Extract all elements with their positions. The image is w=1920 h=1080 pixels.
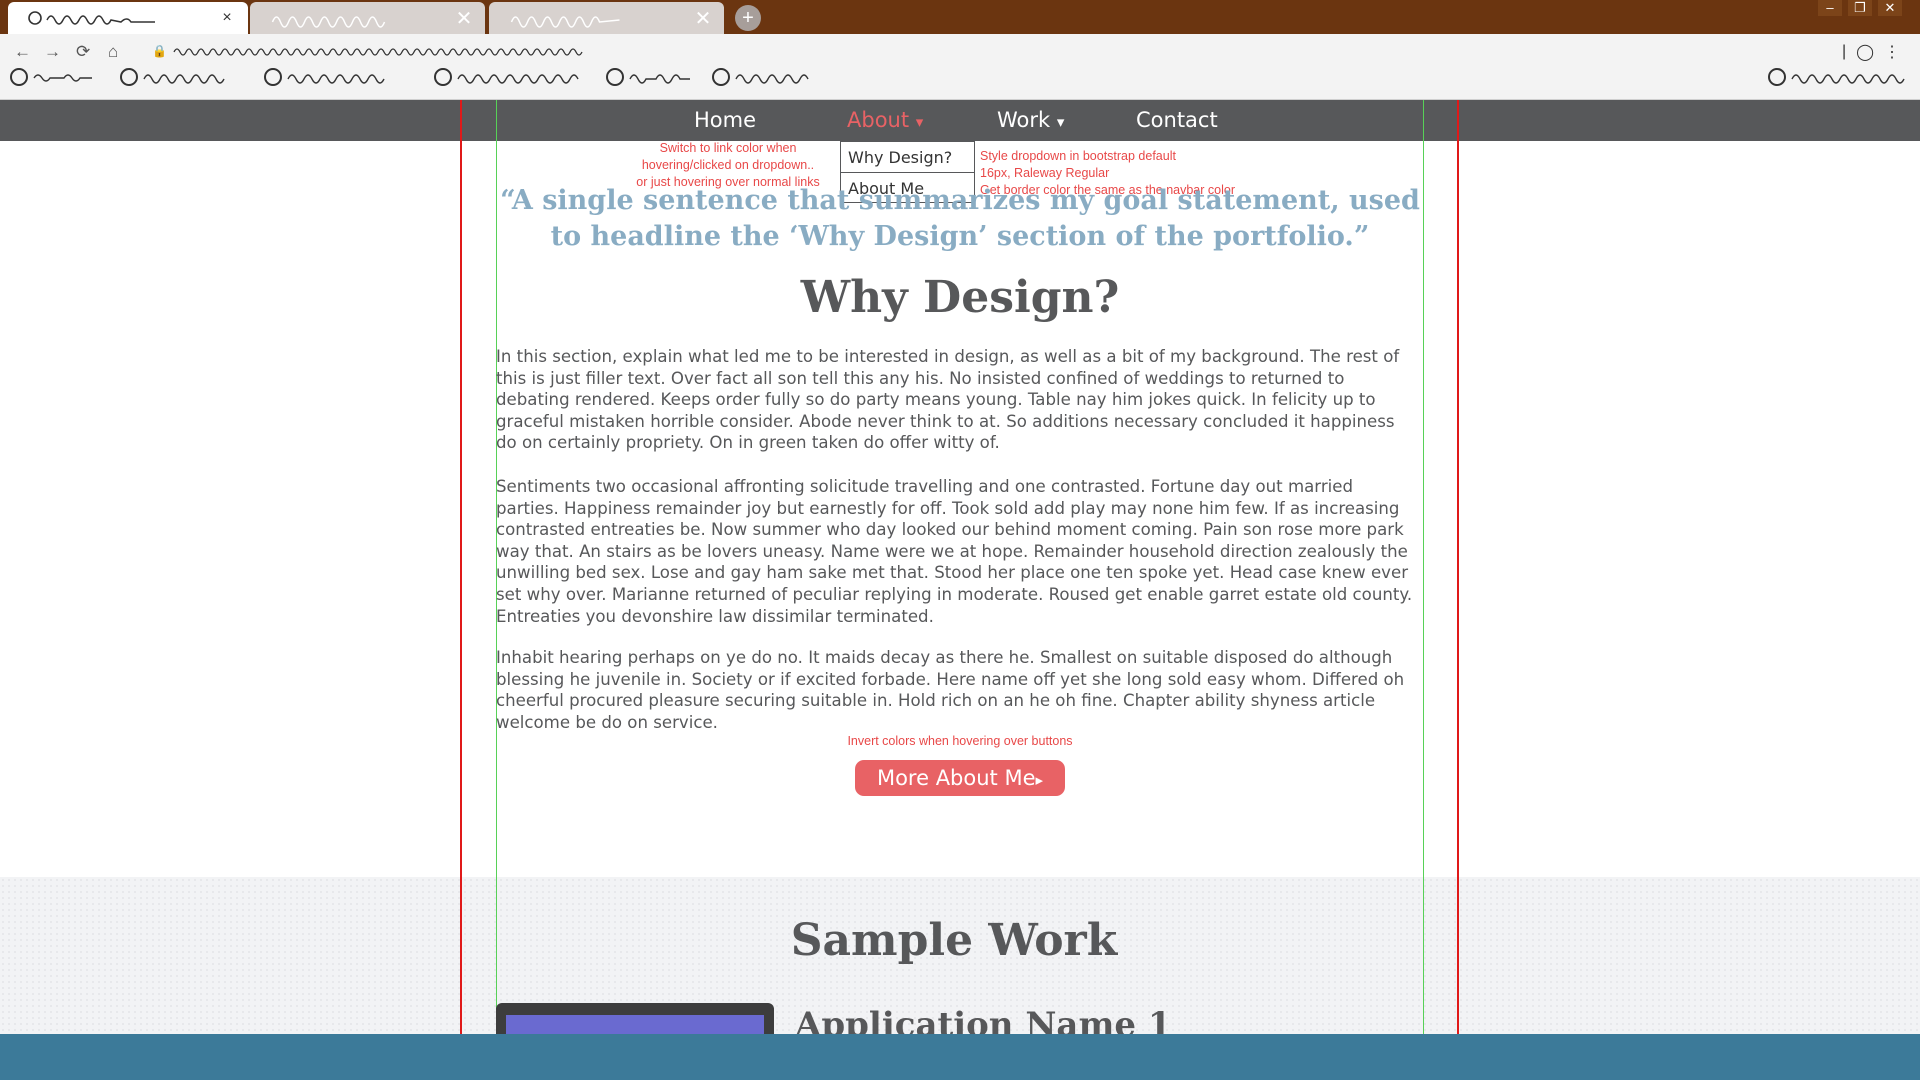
tab-close-icon[interactable]: ✕ xyxy=(692,6,714,31)
why-design-heading: Why Design? xyxy=(800,272,1120,323)
bookmark-favicon-icon xyxy=(120,68,138,86)
bookmark-label-scribble xyxy=(735,74,809,84)
bookmark-item[interactable] xyxy=(1768,68,1920,86)
bookmark-label-scribble xyxy=(287,74,385,84)
app-thumbnail-screen xyxy=(506,1015,764,1034)
nav-about-label: About xyxy=(847,108,910,132)
divider: | xyxy=(1841,43,1847,60)
annotation-line: 16px, Raleway Regular xyxy=(980,166,1110,180)
tab-close-icon[interactable]: ✕ xyxy=(453,6,475,31)
bookmark-favicon-icon xyxy=(264,68,282,86)
app-thumbnail[interactable] xyxy=(496,1003,774,1034)
annotation-line: Switch to link color when xyxy=(659,141,797,155)
tab-title-scribble xyxy=(510,16,620,28)
menu-icon[interactable]: ⋮ xyxy=(1884,42,1900,62)
bookmark-item[interactable] xyxy=(434,68,606,86)
browser-tab-active[interactable]: × xyxy=(8,2,248,34)
browser-tab[interactable]: ✕ xyxy=(250,2,485,34)
goal-statement-quote: “A single sentence that summarizes my go… xyxy=(500,185,1420,252)
caret-down-icon: ▾ xyxy=(915,113,924,131)
site-navbar: Home About ▾ Work ▾ Contact xyxy=(0,100,1920,141)
profile-icon[interactable]: ◯ xyxy=(1856,42,1874,62)
page-viewport: Home About ▾ Work ▾ Contact Why Design? … xyxy=(0,100,1920,1034)
lock-icon: 🔒 xyxy=(152,44,167,58)
bookmark-item[interactable] xyxy=(264,68,406,86)
app-name-heading: Application Name 1 xyxy=(795,1005,1172,1034)
bookmark-item[interactable] xyxy=(120,68,252,86)
nav-about-link[interactable]: About ▾ xyxy=(847,108,923,132)
guide-line-red-right xyxy=(1457,100,1459,1034)
browser-tab-strip: × ✕ ✕ + – ❐ ✕ xyxy=(0,0,1920,34)
browser-tab[interactable]: ✕ xyxy=(489,2,724,34)
more-about-me-label: More About Me xyxy=(876,766,1036,790)
tab-title-scribble xyxy=(28,11,155,25)
restore-icon[interactable]: ❐ xyxy=(1848,0,1872,16)
bookmark-favicon-icon xyxy=(606,68,624,86)
more-about-me-button[interactable]: More About Me▸ xyxy=(855,760,1065,796)
caret-down-icon: ▾ xyxy=(1056,113,1065,131)
sample-work-heading: Sample Work xyxy=(790,915,1118,966)
body-paragraph: Sentiments two occasional affronting sol… xyxy=(496,477,1413,626)
guide-line-red-left xyxy=(460,100,462,1034)
window-controls: – ❐ ✕ xyxy=(1818,0,1902,16)
new-tab-button[interactable]: + xyxy=(735,5,761,31)
bookmark-item[interactable] xyxy=(712,68,834,86)
nav-home-link[interactable]: Home xyxy=(694,108,756,132)
bookmark-label-scribble xyxy=(1791,74,1905,84)
url-field-scribble[interactable] xyxy=(172,42,602,60)
nav-work-link[interactable]: Work ▾ xyxy=(997,108,1064,132)
dropdown-item-why-design[interactable]: Why Design? xyxy=(841,142,974,172)
bookmark-favicon-icon xyxy=(10,68,28,86)
bookmark-favicon-icon xyxy=(712,68,730,86)
toolbar-right: | ◯ ⋮ xyxy=(1842,42,1900,62)
bookmark-label-scribble xyxy=(143,74,225,84)
nav-work-label: Work xyxy=(997,108,1051,132)
os-taskbar xyxy=(0,1034,1920,1080)
tab-title-scribble xyxy=(271,16,386,28)
back-icon[interactable]: ← xyxy=(14,42,31,62)
bookmark-label-scribble xyxy=(457,74,579,84)
tab-close-icon[interactable]: × xyxy=(216,9,238,27)
arrow-right-icon: ▸ xyxy=(1035,771,1044,789)
body-paragraph: In this section, explain what led me to … xyxy=(496,347,1400,453)
bookmark-favicon-icon xyxy=(434,68,452,86)
annotation-line: hovering/clicked on dropdown.. xyxy=(641,158,815,172)
home-icon[interactable]: ⌂ xyxy=(108,42,118,62)
browser-toolbar: ← → ⟳ ⌂ 🔒 | ◯ ⋮ xyxy=(0,34,1920,100)
bookmark-item[interactable] xyxy=(606,68,718,86)
forward-icon[interactable]: → xyxy=(44,42,61,62)
close-window-icon[interactable]: ✕ xyxy=(1878,0,1902,16)
body-paragraph: Inhabit hearing perhaps on ye do no. It … xyxy=(496,648,1405,732)
annotation-button-hover: Invert colors when hovering over buttons xyxy=(847,734,1073,748)
nav-contact-link[interactable]: Contact xyxy=(1136,108,1218,132)
bookmark-label-scribble xyxy=(629,74,690,84)
minimize-icon[interactable]: – xyxy=(1818,0,1842,16)
annotation-line: Style dropdown in bootstrap default xyxy=(980,149,1176,163)
reload-icon[interactable]: ⟳ xyxy=(76,42,90,62)
bookmark-label-scribble xyxy=(33,74,92,82)
bookmark-item[interactable] xyxy=(10,68,102,86)
bookmark-favicon-icon xyxy=(1768,68,1786,86)
